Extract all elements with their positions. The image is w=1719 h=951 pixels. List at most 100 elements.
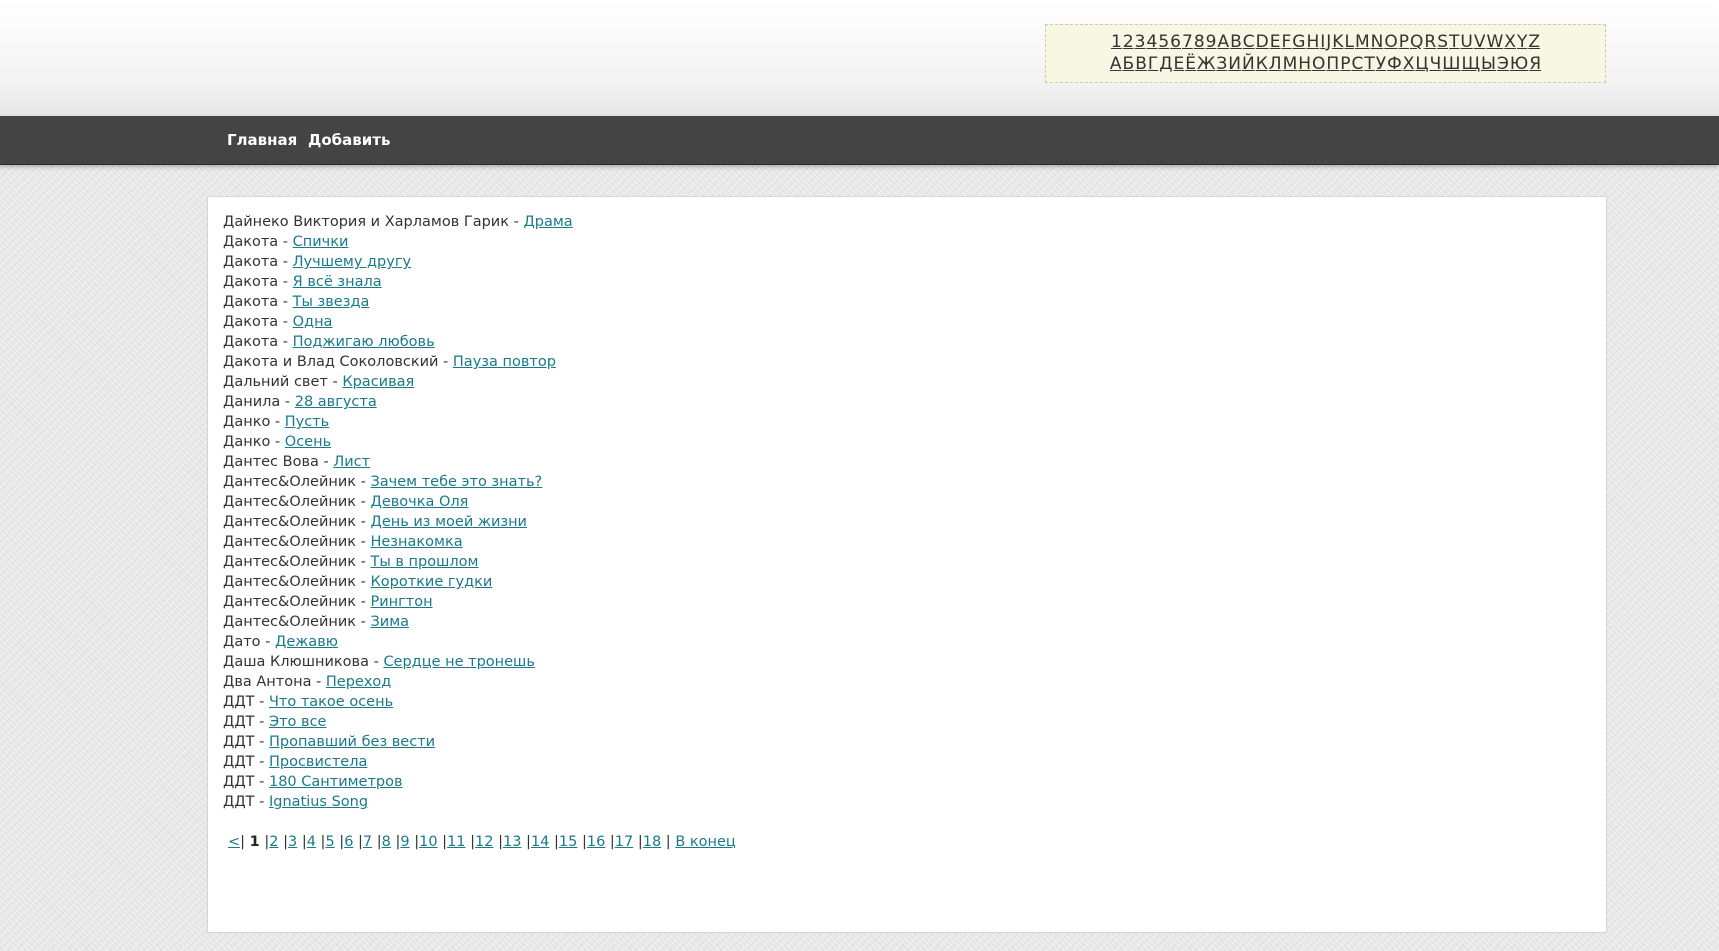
alphabet-letter-link[interactable]: H	[1306, 32, 1319, 52]
pagination-page-link[interactable]: 8	[382, 834, 391, 850]
alphabet-letter-link[interactable]: М	[1283, 54, 1298, 74]
alphabet-letter-link[interactable]: W	[1486, 32, 1503, 52]
alphabet-letter-link[interactable]: Ф	[1387, 54, 1402, 74]
alphabet-letter-link[interactable]: 9	[1206, 32, 1217, 52]
song-title-link[interactable]: Это все	[269, 714, 327, 730]
alphabet-letter-link[interactable]: З	[1216, 54, 1227, 74]
song-title-link[interactable]: 28 августа	[295, 394, 377, 410]
pagination-page-link[interactable]: 13	[503, 834, 521, 850]
song-title-link[interactable]: Пропавший без вести	[269, 734, 435, 750]
alphabet-letter-link[interactable]: У	[1376, 54, 1386, 74]
song-title-link[interactable]: Зима	[370, 614, 409, 630]
alphabet-letter-link[interactable]: I	[1320, 32, 1325, 52]
song-title-link[interactable]: Сердце не тронешь	[383, 654, 534, 670]
alphabet-letter-link[interactable]: K	[1332, 32, 1343, 52]
alphabet-letter-link[interactable]: V	[1474, 32, 1486, 52]
alphabet-letter-link[interactable]: D	[1256, 32, 1269, 52]
nav-home-link[interactable]: Главная	[227, 116, 297, 164]
alphabet-letter-link[interactable]: 3	[1135, 32, 1146, 52]
song-title-link[interactable]: Просвистела	[269, 754, 367, 770]
alphabet-letter-link[interactable]: A	[1217, 32, 1229, 52]
pagination-page-link[interactable]: 7	[363, 834, 372, 850]
alphabet-letter-link[interactable]: Э	[1497, 54, 1509, 74]
alphabet-letter-link[interactable]: J	[1326, 32, 1331, 52]
pagination-page-link[interactable]: 10	[419, 834, 437, 850]
alphabet-letter-link[interactable]: С	[1351, 54, 1363, 74]
song-title-link[interactable]: Короткие гудки	[370, 574, 492, 590]
alphabet-letter-link[interactable]: U	[1460, 32, 1472, 52]
alphabet-letter-link[interactable]: Ж	[1197, 54, 1215, 74]
alphabet-letter-link[interactable]: Г	[1148, 54, 1158, 74]
alphabet-letter-link[interactable]: N	[1371, 32, 1384, 52]
alphabet-letter-link[interactable]: Й	[1242, 54, 1255, 74]
alphabet-letter-link[interactable]: 6	[1170, 32, 1181, 52]
alphabet-letter-link[interactable]: 8	[1194, 32, 1205, 52]
song-title-link[interactable]: Что такое осень	[269, 694, 393, 710]
alphabet-letter-link[interactable]: Q	[1410, 32, 1423, 52]
song-title-link[interactable]: Переход	[326, 674, 391, 690]
pagination-page-link[interactable]: 16	[587, 834, 605, 850]
song-title-link[interactable]: Дежавю	[275, 634, 338, 650]
alphabet-letter-link[interactable]: Л	[1269, 54, 1282, 74]
pagination-page-link[interactable]: 18	[643, 834, 661, 850]
nav-add-link[interactable]: Добавить	[308, 116, 390, 164]
song-title-link[interactable]: Пусть	[285, 414, 329, 430]
song-title-link[interactable]: Незнакомка	[370, 534, 462, 550]
pagination-page-link[interactable]: 11	[447, 834, 465, 850]
alphabet-letter-link[interactable]: R	[1424, 32, 1436, 52]
song-title-link[interactable]: Осень	[285, 434, 331, 450]
alphabet-letter-link[interactable]: 7	[1182, 32, 1193, 52]
alphabet-letter-link[interactable]: Ч	[1430, 54, 1442, 74]
song-title-link[interactable]: Лист	[333, 454, 370, 470]
alphabet-letter-link[interactable]: Х	[1403, 54, 1415, 74]
pagination-page-link[interactable]: 14	[531, 834, 549, 850]
song-title-link[interactable]: Ты звезда	[293, 294, 370, 310]
alphabet-letter-link[interactable]: Я	[1529, 54, 1541, 74]
pagination-last-link[interactable]: В конец	[675, 834, 735, 850]
song-title-link[interactable]: 180 Сантиметров	[269, 774, 403, 790]
alphabet-letter-link[interactable]: В	[1135, 54, 1147, 74]
alphabet-letter-link[interactable]: O	[1384, 32, 1397, 52]
song-title-link[interactable]: Драма	[523, 214, 572, 230]
alphabet-letter-link[interactable]: О	[1312, 54, 1325, 74]
alphabet-letter-link[interactable]: 4	[1147, 32, 1158, 52]
song-title-link[interactable]: Пауза повтор	[453, 354, 556, 370]
alphabet-letter-link[interactable]: T	[1449, 32, 1459, 52]
alphabet-letter-link[interactable]: P	[1399, 32, 1409, 52]
song-title-link[interactable]: Лучшему другу	[293, 254, 411, 270]
alphabet-letter-link[interactable]: 1	[1111, 32, 1122, 52]
song-title-link[interactable]: День из моей жизни	[370, 514, 527, 530]
pagination-page-link[interactable]: 9	[400, 834, 409, 850]
alphabet-letter-link[interactable]: 5	[1158, 32, 1169, 52]
song-title-link[interactable]: Ignatius Song	[269, 794, 368, 810]
alphabet-letter-link[interactable]: Ц	[1415, 54, 1428, 74]
song-title-link[interactable]: Одна	[293, 314, 333, 330]
song-title-link[interactable]: Ты в прошлом	[370, 554, 478, 570]
song-title-link[interactable]: Красивая	[342, 374, 414, 390]
alphabet-letter-link[interactable]: G	[1292, 32, 1305, 52]
alphabet-letter-link[interactable]: L	[1344, 32, 1353, 52]
alphabet-letter-link[interactable]: X	[1504, 32, 1516, 52]
alphabet-letter-link[interactable]: S	[1437, 32, 1448, 52]
alphabet-letter-link[interactable]: К	[1256, 54, 1268, 74]
song-title-link[interactable]: Поджигаю любовь	[293, 334, 435, 350]
song-title-link[interactable]: Девочка Оля	[370, 494, 468, 510]
alphabet-letter-link[interactable]: П	[1326, 54, 1339, 74]
alphabet-letter-link[interactable]: Д	[1159, 54, 1172, 74]
alphabet-letter-link[interactable]: Н	[1298, 54, 1311, 74]
pagination-page-link[interactable]: 4	[307, 834, 316, 850]
alphabet-letter-link[interactable]: Y	[1517, 32, 1527, 52]
alphabet-letter-link[interactable]: B	[1230, 32, 1242, 52]
alphabet-letter-link[interactable]: Ы	[1481, 54, 1496, 74]
alphabet-letter-link[interactable]: Щ	[1461, 54, 1480, 74]
alphabet-letter-link[interactable]: Ш	[1442, 54, 1460, 74]
alphabet-letter-link[interactable]: А	[1110, 54, 1122, 74]
pagination-page-link[interactable]: 15	[559, 834, 577, 850]
alphabet-letter-link[interactable]: 2	[1123, 32, 1134, 52]
alphabet-letter-link[interactable]: M	[1355, 32, 1370, 52]
alphabet-letter-link[interactable]: F	[1282, 32, 1292, 52]
alphabet-letter-link[interactable]: Ю	[1510, 54, 1528, 74]
song-title-link[interactable]: Рингтон	[370, 594, 432, 610]
alphabet-letter-link[interactable]: Ё	[1185, 54, 1196, 74]
song-title-link[interactable]: Я всё знала	[293, 274, 382, 290]
